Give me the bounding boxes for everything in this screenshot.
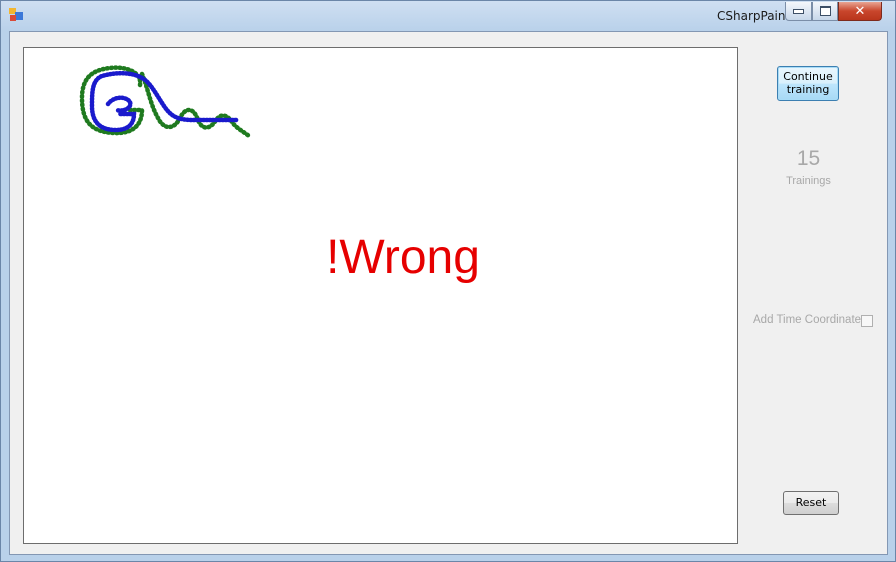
continue-button-line1: Continue — [783, 70, 833, 83]
result-text: !Wrong — [326, 231, 480, 284]
trainings-label: Trainings — [786, 175, 831, 187]
app-icon[interactable] — [9, 8, 23, 22]
close-icon: ✕ — [854, 3, 866, 19]
drawing-canvas[interactable]: !Wrong — [23, 47, 738, 544]
client-area: !Wrong Continue training 15 Trainings Ad… — [9, 31, 888, 555]
minimize-icon — [793, 8, 804, 14]
minimize-button[interactable] — [785, 2, 812, 21]
continue-button-line2: training — [786, 83, 830, 96]
input-stroke — [89, 71, 241, 133]
continue-training-button[interactable]: Continue training — [777, 66, 839, 101]
window-title: CSharpPaint — [717, 9, 791, 23]
maximize-icon — [819, 6, 831, 16]
gesture-strokes — [79, 65, 252, 139]
reset-button[interactable]: Reset — [783, 491, 839, 515]
time-coordinate-checkbox[interactable] — [861, 315, 873, 327]
title-bar[interactable]: CSharpPaint ✕ — [1, 1, 895, 29]
time-coordinate-label: Add Time Coordinate — [753, 314, 862, 326]
app-window: CSharpPaint ✕ !Wrong Continue training 1… — [0, 0, 896, 562]
close-button[interactable]: ✕ — [838, 2, 882, 21]
maximize-button[interactable] — [812, 2, 838, 21]
trainings-count: 15 — [796, 147, 821, 170]
